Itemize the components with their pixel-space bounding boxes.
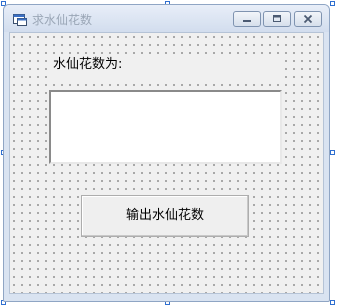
close-icon: [303, 14, 313, 24]
title-bar[interactable]: 求水仙花数: [4, 5, 329, 32]
resize-handle-middle-right[interactable]: [330, 150, 335, 155]
minimize-icon: [243, 20, 251, 22]
output-button[interactable]: 输出水仙花数: [81, 195, 249, 237]
form-window: 求水仙花数 水仙花数为: 输出水仙花数: [3, 4, 330, 302]
form-icon: [12, 12, 28, 26]
form-client-area: 水仙花数为: 输出水仙花数: [9, 32, 324, 294]
result-label: 水仙花数为:: [49, 56, 281, 82]
maximize-icon: [273, 15, 281, 22]
minimize-button[interactable]: [233, 11, 261, 27]
window-title: 求水仙花数: [32, 13, 93, 27]
close-button[interactable]: [294, 11, 322, 27]
result-textbox[interactable]: [49, 90, 282, 164]
maximize-button[interactable]: [263, 11, 291, 27]
resize-handle-bottom-right[interactable]: [330, 300, 335, 305]
resize-handle-top-right[interactable]: [330, 1, 335, 6]
